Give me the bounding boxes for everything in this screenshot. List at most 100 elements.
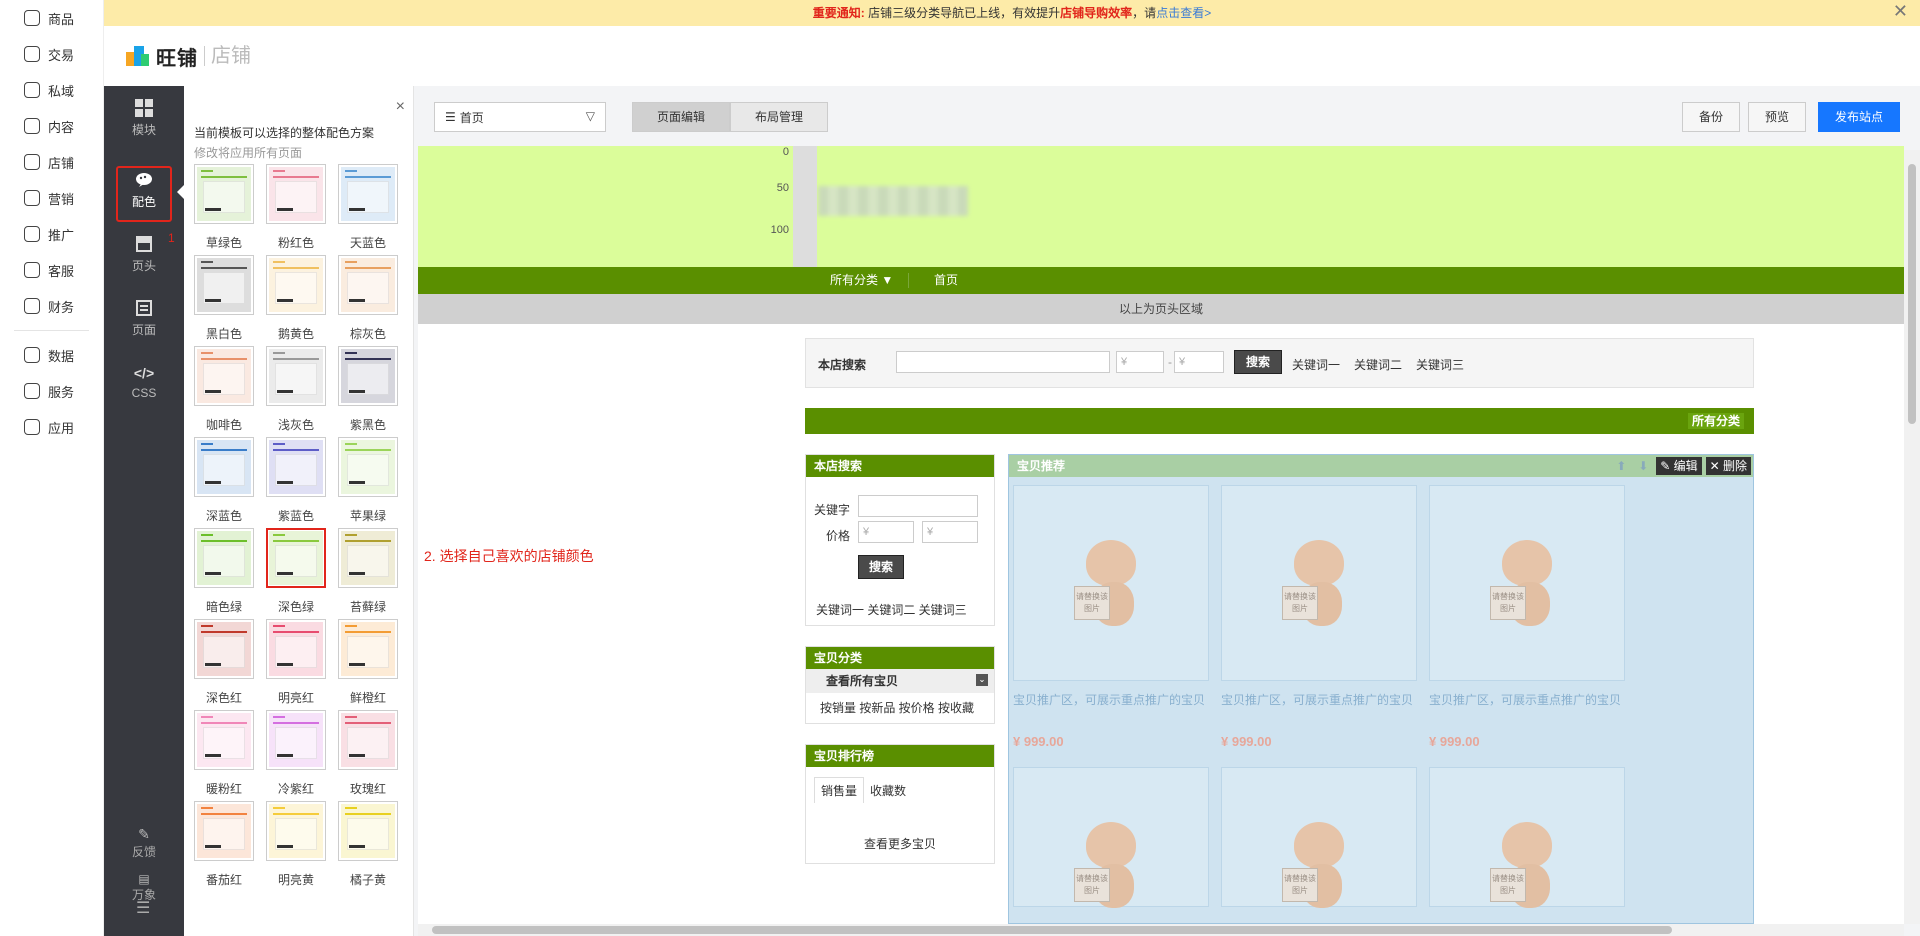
- color-swatch[interactable]: 深色红: [194, 619, 254, 710]
- keyword-link[interactable]: 关键词一: [1292, 356, 1340, 373]
- page-select[interactable]: ☰ 首页 ▽: [434, 102, 606, 132]
- edit-button[interactable]: ✎ 编辑: [1656, 457, 1702, 475]
- keyword-link[interactable]: 关键词二: [1354, 356, 1402, 373]
- delete-button[interactable]: ✕ 删除: [1705, 457, 1751, 475]
- color-swatch[interactable]: 玫瑰红: [338, 710, 398, 801]
- side-keywords[interactable]: 关键词一 关键词二 关键词三: [816, 601, 967, 618]
- swatch-label: 鲜橙红: [349, 691, 386, 705]
- price-min-input[interactable]: ¥: [1116, 351, 1164, 373]
- product-card[interactable]: 请替换该图片: [1221, 767, 1421, 908]
- swatch-label: 橘子黄: [349, 873, 386, 887]
- color-swatch[interactable]: 咖啡色: [194, 346, 254, 437]
- nav-item[interactable]: 内容: [0, 108, 103, 144]
- nav-all-categories[interactable]: 所有分类 ▼: [830, 267, 893, 294]
- vertical-scrollbar[interactable]: [1904, 150, 1920, 924]
- price-max-input[interactable]: ¥: [922, 521, 978, 543]
- tab-page-edit[interactable]: 页面编辑: [632, 102, 731, 132]
- sort-links[interactable]: 按销量 按新品 按价格 按收藏: [806, 693, 994, 716]
- tab-layout-manage[interactable]: 布局管理: [730, 102, 829, 132]
- close-icon[interactable]: ×: [396, 98, 405, 116]
- backup-button[interactable]: 备份: [1682, 102, 1741, 132]
- color-swatch[interactable]: 暖粉红: [194, 710, 254, 801]
- color-swatch[interactable]: 鹅黄色: [266, 255, 326, 346]
- placeholder-text: 请替换该图片: [1490, 868, 1526, 902]
- arrow-down-icon[interactable]: ⬇: [1634, 459, 1652, 473]
- arrow-up-icon[interactable]: ⬆: [1612, 459, 1630, 473]
- price-max-input[interactable]: ¥: [1174, 351, 1224, 373]
- product-card[interactable]: 请替换该图片: [1429, 767, 1629, 908]
- product-card[interactable]: 请替换该图片: [1013, 767, 1213, 908]
- nav-item[interactable]: 私域: [0, 72, 103, 108]
- color-swatch[interactable]: 深蓝色: [194, 437, 254, 528]
- product-card[interactable]: 请替换该图片 宝贝推广区，可展示重点推广的宝贝 ¥ 999.00: [1013, 485, 1213, 749]
- all-categories-link[interactable]: 所有分类: [1687, 413, 1744, 429]
- tool-header[interactable]: 页头: [104, 222, 184, 286]
- keyword-input[interactable]: [858, 495, 978, 517]
- nav-item[interactable]: 店铺: [0, 144, 103, 180]
- panel-title: 当前模板可以选择的整体配色方案: [194, 126, 375, 140]
- nav-item[interactable]: 营销: [0, 180, 103, 216]
- color-swatch[interactable]: 苹果绿: [338, 437, 398, 528]
- color-swatch[interactable]: 深色绿: [266, 528, 326, 619]
- private-domain-icon: [24, 82, 40, 98]
- keyword-link[interactable]: 关键词三: [1416, 356, 1464, 373]
- data-icon: [24, 347, 40, 363]
- tool-feedback[interactable]: ✎ 反馈: [104, 826, 184, 860]
- swatch-label: 草绿色: [205, 236, 242, 250]
- scrollbar-thumb[interactable]: [1908, 164, 1916, 424]
- color-swatch[interactable]: 浅灰色: [266, 346, 326, 437]
- color-swatch[interactable]: 橘子黄: [338, 801, 398, 892]
- color-swatch[interactable]: 草绿色: [194, 164, 254, 255]
- color-swatch[interactable]: 鲜橙红: [338, 619, 398, 710]
- product-price: ¥ 999.00: [1013, 734, 1064, 749]
- color-swatch[interactable]: 紫黑色: [338, 346, 398, 437]
- tab-sales[interactable]: 销售量: [814, 777, 865, 803]
- color-swatch[interactable]: 棕灰色: [338, 255, 398, 346]
- price-min-input[interactable]: ¥: [858, 521, 914, 543]
- tool-module[interactable]: 模块: [104, 86, 184, 150]
- color-swatch[interactable]: 明亮黄: [266, 801, 326, 892]
- close-icon[interactable]: ✕: [1893, 0, 1908, 22]
- tab-favorites[interactable]: 收藏数: [870, 782, 906, 799]
- color-swatch[interactable]: 明亮红: [266, 619, 326, 710]
- nav-item[interactable]: 财务: [0, 288, 103, 324]
- color-swatch[interactable]: 番茄红: [194, 801, 254, 892]
- nav-item[interactable]: 服务: [0, 373, 103, 409]
- scrollbar-thumb[interactable]: [432, 926, 1672, 934]
- side-search-button[interactable]: 搜索: [858, 555, 904, 579]
- recommend-module[interactable]: 宝贝推荐 ⬆ ⬇ ✎ 编辑 ✕ 删除 请替换该图片 宝贝推广区，可展示重点推广的宝…: [1008, 454, 1754, 924]
- product-desc: 宝贝推广区，可展示重点推广的宝贝: [1013, 693, 1206, 707]
- nav-item[interactable]: 数据: [0, 337, 103, 373]
- category-bar: 所有分类: [805, 408, 1754, 434]
- dropdown-icon[interactable]: ⌄: [976, 674, 988, 686]
- color-swatch[interactable]: 粉红色: [266, 164, 326, 255]
- notice-text-after: ，请: [1132, 6, 1157, 20]
- product-card[interactable]: 请替换该图片 宝贝推广区，可展示重点推广的宝贝 ¥ 999.00: [1429, 485, 1629, 749]
- notice-link[interactable]: 点击查看>: [1156, 6, 1211, 20]
- nav-item[interactable]: 交易: [0, 36, 103, 72]
- menu-icon[interactable]: ☰: [136, 898, 150, 918]
- search-button[interactable]: 搜索: [1234, 350, 1282, 374]
- view-more-link[interactable]: 查看更多宝贝: [864, 835, 936, 852]
- header-area-note: 以上为页头区域: [418, 294, 1904, 324]
- horizontal-scrollbar[interactable]: [418, 924, 1904, 936]
- color-swatch[interactable]: 冷紫红: [266, 710, 326, 801]
- nav-item[interactable]: 客服: [0, 252, 103, 288]
- preview-button[interactable]: 预览: [1748, 102, 1807, 132]
- color-swatch[interactable]: 黑白色: [194, 255, 254, 346]
- view-all-row[interactable]: 查看所有宝贝 ⌄: [806, 669, 994, 693]
- tool-page[interactable]: 页面: [104, 286, 184, 350]
- color-swatch[interactable]: 紫蓝色: [266, 437, 326, 528]
- color-swatch[interactable]: 暗色绿: [194, 528, 254, 619]
- search-input[interactable]: [896, 351, 1110, 373]
- nav-item[interactable]: 应用: [0, 409, 103, 445]
- color-swatch[interactable]: 天蓝色: [338, 164, 398, 255]
- nav-item[interactable]: 推广: [0, 216, 103, 252]
- tool-css[interactable]: </> CSS: [104, 350, 184, 414]
- product-card[interactable]: 请替换该图片 宝贝推广区，可展示重点推广的宝贝 ¥ 999.00: [1221, 485, 1421, 749]
- nav-home[interactable]: 首页: [934, 267, 958, 294]
- module-title: 宝贝排行榜: [806, 745, 994, 767]
- publish-button[interactable]: 发布站点: [1818, 102, 1901, 132]
- color-swatch[interactable]: 苔藓绿: [338, 528, 398, 619]
- nav-item[interactable]: 商品: [0, 0, 103, 36]
